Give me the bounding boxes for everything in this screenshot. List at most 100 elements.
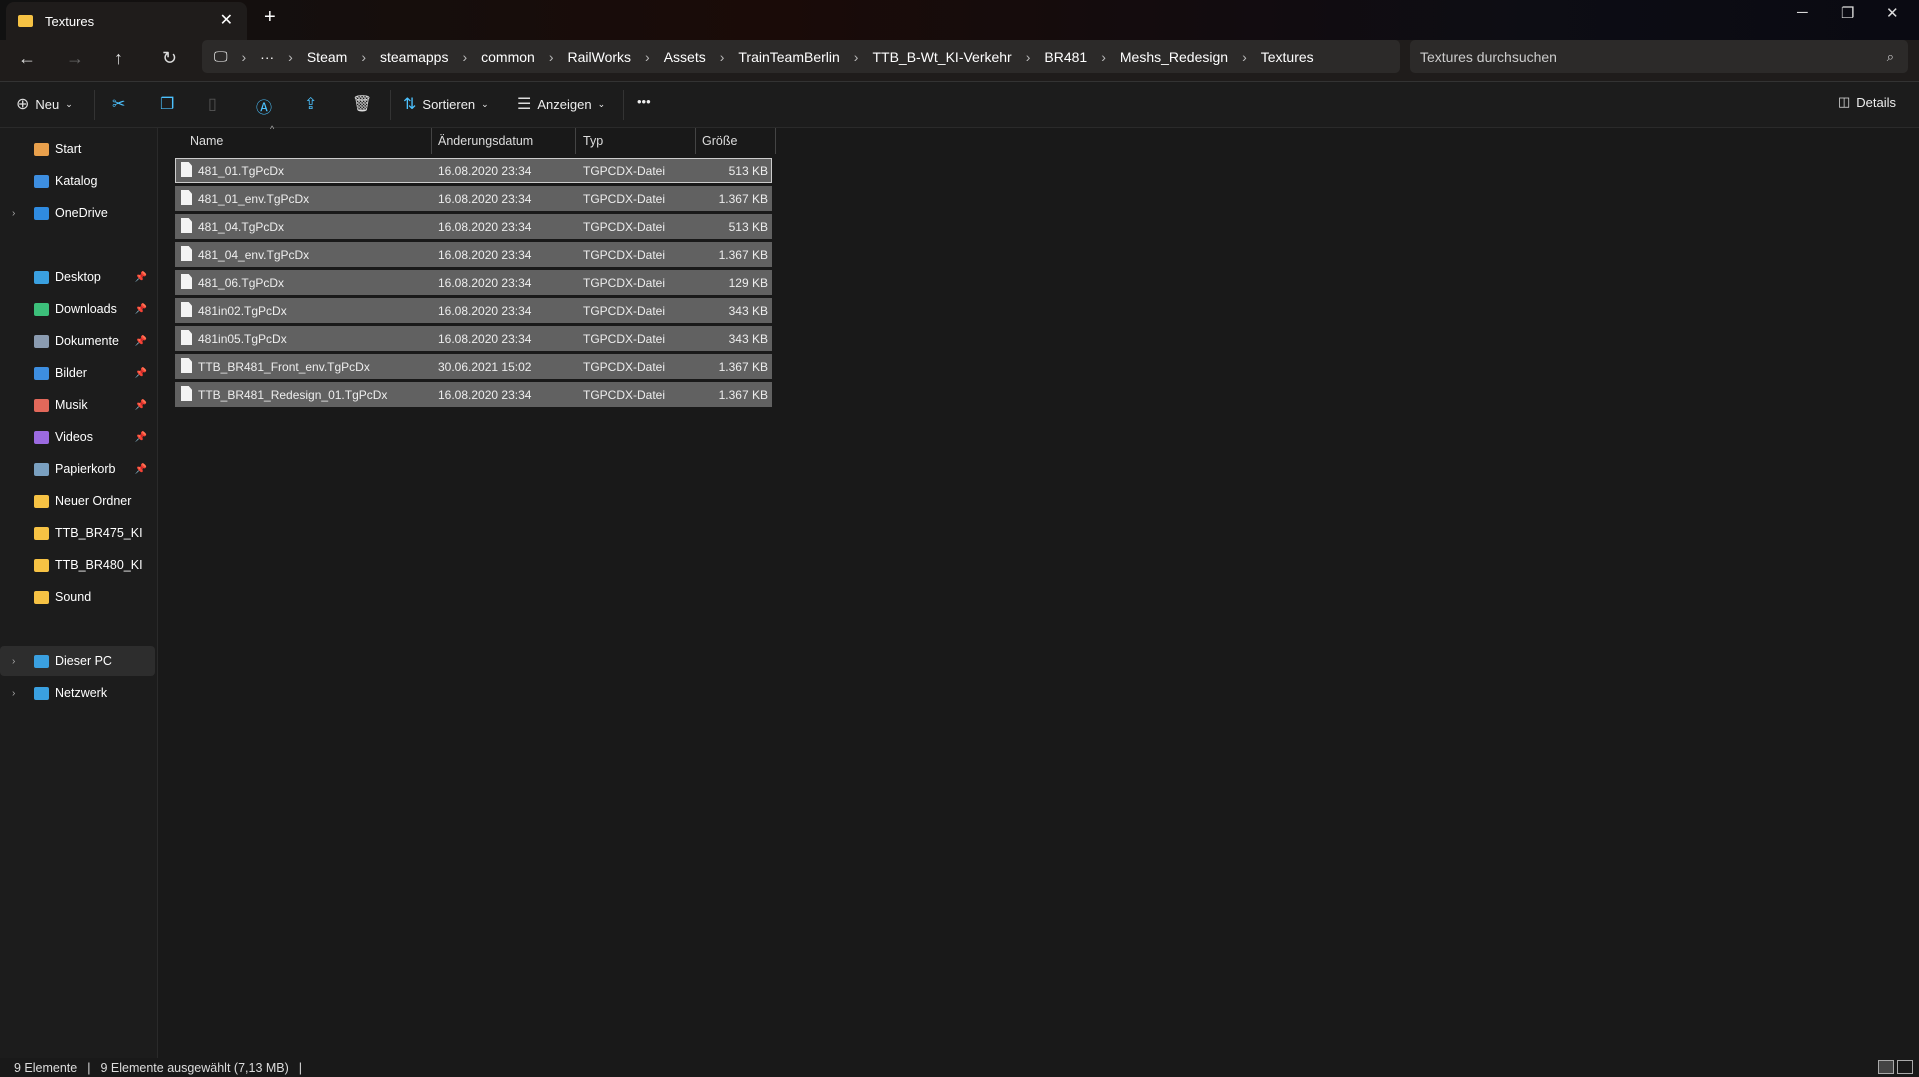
sort-label: Sortieren (422, 96, 476, 112)
tab-textures[interactable]: Textures ✕ (6, 2, 247, 40)
minimize-button[interactable]: ─ (1797, 4, 1808, 21)
breadcrumb-item[interactable]: steamapps (380, 49, 448, 65)
up-button[interactable]: ↑ (114, 48, 123, 69)
details-view-button[interactable] (1878, 1060, 1894, 1074)
breadcrumb-separator-icon[interactable]: › (854, 49, 859, 65)
rename-button[interactable]: Ⓐ (256, 94, 272, 118)
close-tab-icon[interactable]: ✕ (220, 10, 233, 30)
close-window-button[interactable]: ✕ (1886, 4, 1899, 22)
pin-icon[interactable]: 📌 (135, 464, 147, 475)
breadcrumb-separator-icon[interactable]: › (288, 49, 293, 65)
copy-button[interactable]: ❐ (160, 94, 174, 114)
sidebar-item-videos[interactable]: Videos 📌 (0, 422, 155, 452)
sidebar-item-sound[interactable]: Sound (0, 582, 155, 612)
breadcrumb-item[interactable]: Textures (1261, 49, 1314, 65)
sidebar-item-label: Netzwerk (55, 686, 108, 700)
file-row[interactable]: 481_01_env.TgPcDx 16.08.2020 23:34 TGPCDX-… (175, 186, 772, 211)
sidebar-item-bilder[interactable]: Bilder 📌 (0, 358, 155, 388)
paste-button[interactable]: ▯ (208, 94, 217, 114)
more-path-icon[interactable]: ··· (260, 49, 274, 65)
expand-chevron-icon[interactable]: › (12, 208, 15, 219)
breadcrumb-item[interactable]: Steam (307, 49, 347, 65)
details-button[interactable]: ◫ Details (1838, 94, 1896, 110)
sidebar-item-start[interactable]: Start (0, 134, 155, 164)
breadcrumb-separator-icon[interactable]: › (720, 49, 725, 65)
expand-chevron-icon[interactable]: › (12, 656, 15, 667)
breadcrumb-separator-icon[interactable]: › (462, 49, 467, 65)
sidebar-item-label: Musik (55, 398, 88, 412)
breadcrumb-separator-icon[interactable]: › (361, 49, 366, 65)
file-type: TGPCDX-Datei (583, 220, 666, 234)
breadcrumb-separator-icon[interactable]: › (645, 49, 650, 65)
pin-icon[interactable]: 📌 (135, 304, 147, 315)
breadcrumb-item[interactable]: Meshs_Redesign (1120, 49, 1228, 65)
sidebar-item-katalog[interactable]: Katalog (0, 166, 155, 196)
sidebar-item-papierkorb[interactable]: Papierkorb 📌 (0, 454, 155, 484)
expand-chevron-icon[interactable]: › (12, 688, 15, 699)
file-type: TGPCDX-Datei (583, 332, 666, 346)
file-size: 1.367 KB (718, 360, 768, 374)
file-row[interactable]: TTB_BR481_Front_env.TgPcDx 30.06.2021 15:… (175, 354, 772, 379)
file-row[interactable]: TTB_BR481_Redesign_01.TgPcDx 16.08.2020 2… (175, 382, 772, 407)
breadcrumb-item[interactable]: TTB_B-Wt_KI-Verkehr (872, 49, 1011, 65)
sidebar-item-ttb-br475-ki[interactable]: TTB_BR475_KI (0, 518, 155, 548)
address-bar[interactable]: 🖵 › ··· › Steam › steamapps › common › RailWorks ›… (202, 40, 1400, 73)
pin-icon[interactable]: 📌 (135, 368, 147, 379)
share-button[interactable]: ⇪ (304, 94, 317, 114)
more-button[interactable]: ••• (637, 94, 651, 109)
new-tab-button[interactable]: + (264, 6, 276, 29)
sidebar-item-dokumente[interactable]: Dokumente 📌 (0, 326, 155, 356)
view-button[interactable]: ☰ Anzeigen ⌄ (517, 94, 605, 114)
column-size[interactable]: Größe (702, 134, 737, 148)
sidebar-item-ttb-br480-ki[interactable]: TTB_BR480_KI (0, 550, 155, 580)
back-button[interactable]: ← (18, 48, 36, 69)
file-row[interactable]: 481_01.TgPcDx 16.08.2020 23:34 TGPCDX-Date… (175, 158, 772, 183)
cut-button[interactable]: ✂ (112, 94, 125, 114)
file-row[interactable]: 481_06.TgPcDx 16.08.2020 23:34 TGPCDX-Date… (175, 270, 772, 295)
sidebar-item-desktop[interactable]: Desktop 📌 (0, 262, 155, 292)
breadcrumb-item[interactable]: TrainTeamBerlin (738, 49, 839, 65)
refresh-button[interactable]: ↻ (162, 48, 177, 69)
pin-icon[interactable]: 📌 (135, 400, 147, 411)
folder-icon (18, 15, 33, 27)
search-input[interactable]: Textures durchsuchen ⌕ (1410, 40, 1908, 73)
sidebar-item-label: Papierkorb (55, 462, 116, 476)
column-name[interactable]: Name (190, 134, 223, 148)
file-row[interactable]: 481_04_env.TgPcDx 16.08.2020 23:34 TGPCDX-… (175, 242, 772, 267)
sidebar-item-dieser-pc[interactable]: › Dieser PC (0, 646, 155, 676)
file-date: 16.08.2020 23:34 (438, 220, 532, 234)
trash-icon: 🗑 (352, 96, 373, 113)
file-row[interactable]: 481_04.TgPcDx 16.08.2020 23:34 TGPCDX-Date… (175, 214, 772, 239)
sidebar-item-onedrive[interactable]: › OneDrive (0, 198, 155, 228)
restore-button[interactable]: ❐ (1841, 4, 1854, 22)
sidebar-item-label: Bilder (55, 366, 87, 380)
tiles-view-button[interactable] (1897, 1060, 1913, 1074)
delete-button[interactable]: 🗑 (352, 94, 372, 114)
sidebar-item-label: Sound (55, 590, 92, 604)
file-row[interactable]: 481in05.TgPcDx 16.08.2020 23:34 TGPCDX-Dat… (175, 326, 772, 351)
breadcrumb-item[interactable]: RailWorks (568, 49, 632, 65)
column-type[interactable]: Typ (583, 134, 603, 148)
breadcrumb-separator-icon[interactable]: › (1242, 49, 1247, 65)
breadcrumb-separator-icon[interactable]: › (1026, 49, 1031, 65)
new-button[interactable]: ⊕ Neu ⌄ (16, 94, 73, 114)
breadcrumb-item[interactable]: Assets (664, 49, 706, 65)
breadcrumb-separator-icon[interactable]: › (549, 49, 554, 65)
breadcrumb-separator-icon[interactable]: › (1101, 49, 1106, 65)
sort-button[interactable]: ⇅ Sortieren ⌄ (403, 94, 489, 114)
pin-icon[interactable]: 📌 (135, 336, 147, 347)
breadcrumb-item[interactable]: common (481, 49, 535, 65)
file-row[interactable]: 481in02.TgPcDx 16.08.2020 23:34 TGPCDX-Dat… (175, 298, 772, 323)
column-date[interactable]: Änderungsdatum (438, 134, 533, 148)
sort-icon: ⇅ (403, 96, 417, 113)
sidebar-item-musik[interactable]: Musik 📌 (0, 390, 155, 420)
sidebar-item-neuer-ordner[interactable]: Neuer Ordner (0, 486, 155, 516)
forward-button[interactable]: → (66, 48, 84, 69)
pin-icon[interactable]: 📌 (135, 432, 147, 443)
plus-circle-icon: ⊕ (16, 96, 30, 113)
sidebar-item-netzwerk[interactable]: › Netzwerk (0, 678, 155, 708)
pin-icon[interactable]: 📌 (135, 272, 147, 283)
file-name: 481_01.TgPcDx (198, 164, 285, 178)
sidebar-item-downloads[interactable]: Downloads 📌 (0, 294, 155, 324)
breadcrumb-item[interactable]: BR481 (1044, 49, 1087, 65)
